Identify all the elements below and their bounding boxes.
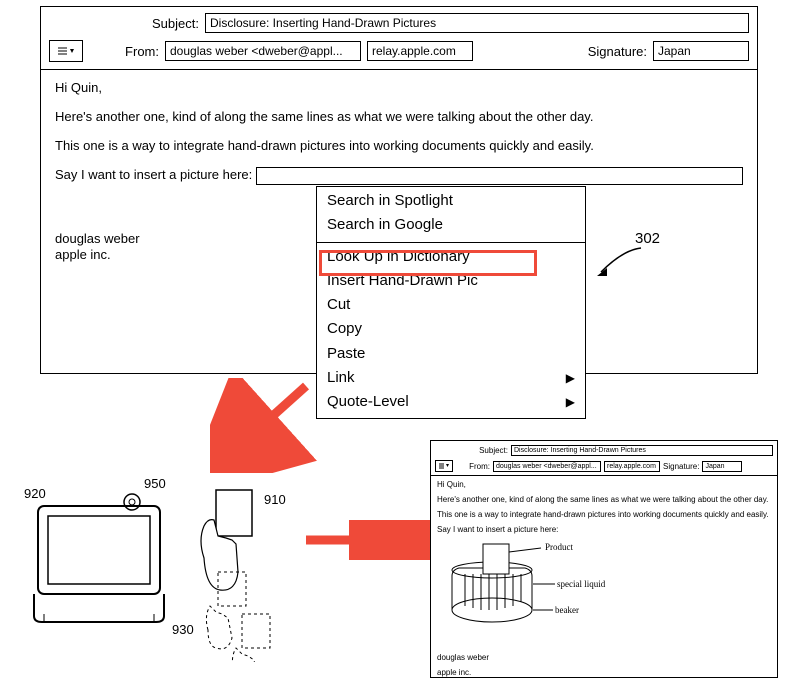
small-from-label: From: bbox=[466, 462, 490, 471]
small-line2: This one is a way to integrate hand-draw… bbox=[437, 510, 771, 519]
small-options-button[interactable] bbox=[435, 460, 453, 472]
small-signature-block: douglas weber apple inc. bbox=[437, 654, 771, 678]
ctx-search-spotlight[interactable]: Search in Spotlight bbox=[317, 189, 585, 213]
small-insert-prefix: Say I want to insert a picture here: bbox=[437, 525, 771, 534]
flow-arrow-down-left-icon bbox=[210, 378, 320, 473]
email-header: Subject: Disclosure: Inserting Hand-Draw… bbox=[41, 7, 757, 70]
body-line2: This one is a way to integrate hand-draw… bbox=[55, 138, 743, 153]
body-insert-prefix: Say I want to insert a picture here: bbox=[55, 167, 252, 182]
ctx-insert-hand-drawn-pic[interactable]: Insert Hand-Drawn Pic bbox=[317, 269, 585, 293]
options-dropdown-button[interactable] bbox=[49, 40, 83, 62]
sketch-label-product: Product bbox=[545, 542, 573, 552]
email-body[interactable]: Hi Quin, Here's another one, kind of alo… bbox=[41, 70, 757, 272]
ctx-quote-level[interactable]: Quote-Level ▶ bbox=[317, 390, 585, 414]
small-email-header: Subject: Disclosure: Inserting Hand-Draw… bbox=[431, 441, 777, 476]
submenu-arrow-icon: ▶ bbox=[566, 370, 575, 386]
ctx-lookup-dictionary[interactable]: Look Up in Dictionary bbox=[317, 245, 585, 269]
signature-label: Signature: bbox=[588, 44, 647, 59]
subject-label: Subject: bbox=[135, 16, 199, 31]
ctx-cut[interactable]: Cut bbox=[317, 293, 585, 317]
small-greeting: Hi Quin, bbox=[437, 480, 771, 489]
submenu-arrow-icon: ▶ bbox=[566, 394, 575, 410]
from-label: From: bbox=[113, 44, 159, 59]
capture-device-illustration: 920 950 910 930 bbox=[20, 462, 340, 662]
ctx-paste[interactable]: Paste bbox=[317, 342, 585, 366]
small-relay-field[interactable]: relay.apple.com bbox=[604, 461, 660, 472]
small-subject-field[interactable]: Disclosure: Inserting Hand-Drawn Picture… bbox=[511, 445, 773, 456]
relay-field[interactable]: relay.apple.com bbox=[367, 41, 473, 61]
email-result-window: Subject: Disclosure: Inserting Hand-Draw… bbox=[430, 440, 778, 678]
context-menu: Search in Spotlight Search in Google Loo… bbox=[316, 186, 586, 419]
email-compose-window: Subject: Disclosure: Inserting Hand-Draw… bbox=[40, 6, 758, 374]
ref-910: 910 bbox=[264, 492, 286, 507]
body-line1: Here's another one, kind of along the sa… bbox=[55, 109, 743, 124]
small-signature-field[interactable]: Japan bbox=[702, 461, 742, 472]
sketch-label-liquid: special liquid bbox=[557, 579, 606, 589]
small-line1: Here's another one, kind of along the sa… bbox=[437, 495, 771, 504]
body-greeting: Hi Quin, bbox=[55, 80, 743, 95]
ref-930: 930 bbox=[172, 622, 194, 637]
ref-302: 302 bbox=[635, 230, 660, 247]
inserted-sketch: Product special liquid beaker bbox=[437, 540, 771, 632]
subject-field[interactable]: Disclosure: Inserting Hand-Drawn Picture… bbox=[205, 13, 749, 33]
small-signature-label: Signature: bbox=[663, 462, 699, 471]
ctx-search-google[interactable]: Search in Google bbox=[317, 213, 585, 237]
signature-field[interactable]: Japan bbox=[653, 41, 749, 61]
small-from-field[interactable]: douglas weber <dweber@appl... bbox=[493, 461, 601, 472]
ctx-copy[interactable]: Copy bbox=[317, 317, 585, 341]
insert-target-field[interactable] bbox=[256, 167, 743, 185]
ctx-link[interactable]: Link ▶ bbox=[317, 366, 585, 390]
ref-920: 920 bbox=[24, 486, 46, 501]
from-field[interactable]: douglas weber <dweber@appl... bbox=[165, 41, 361, 61]
ref-950: 950 bbox=[144, 476, 166, 491]
small-email-body[interactable]: Hi Quin, Here's another one, kind of alo… bbox=[431, 476, 777, 688]
sketch-label-beaker: beaker bbox=[555, 605, 579, 615]
small-subject-label: Subject: bbox=[474, 446, 508, 455]
